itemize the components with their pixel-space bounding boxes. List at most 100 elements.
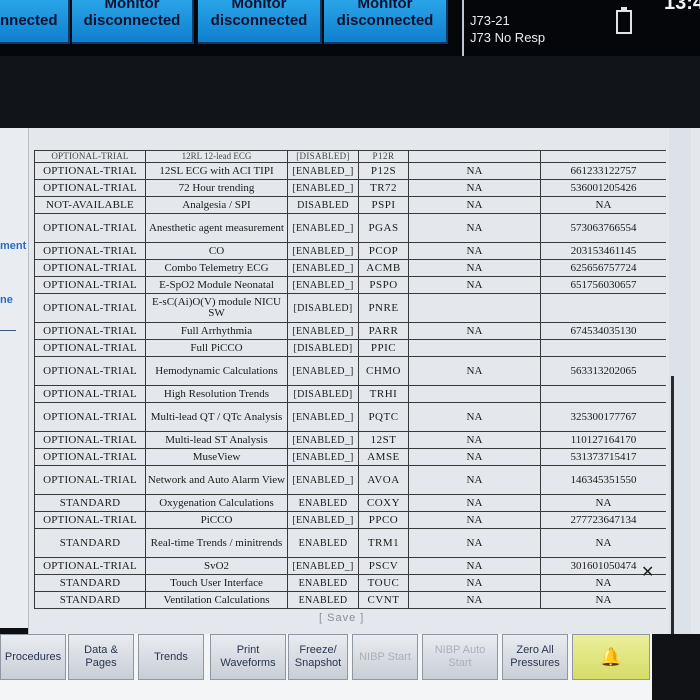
cell-state: [ENABLED_] — [287, 465, 359, 495]
table-row[interactable]: OPTIONAL-TRIAL High Resolution Trends [DIS… — [34, 385, 666, 403]
cell-code: COXY — [358, 494, 409, 512]
cell-state: [ENABLED_] — [287, 242, 359, 260]
clock: 13:49 — [664, 0, 700, 14]
table-row[interactable]: OPTIONAL-TRIAL 72 Hour trending [ENABLED_]… — [34, 179, 666, 197]
table-row[interactable]: STANDARD Touch User Interface ENABLED TOUC N… — [34, 574, 666, 592]
waveform-area — [0, 56, 700, 128]
cell-num: 625656757724 — [540, 259, 666, 277]
cell-num: 531373715417 — [540, 448, 666, 466]
table-row[interactable]: OPTIONAL-TRIAL Network and Auto Alarm Vie… — [34, 465, 666, 495]
cell-num — [540, 385, 666, 403]
table-row[interactable]: NOT-AVAILABLE Analgesia / SPI DISABLED PSPI… — [34, 196, 666, 214]
zero-all-pressures-button[interactable]: Zero All Pressures — [502, 634, 568, 680]
print-waveforms-button[interactable]: Print Waveforms — [210, 634, 286, 680]
cell-name: Oxygenation Calculations — [145, 494, 288, 512]
cell-status: OPTIONAL-TRIAL — [34, 356, 146, 386]
cell-status: OPTIONAL-TRIAL — [34, 293, 146, 323]
cell-status: STANDARD — [34, 574, 146, 592]
cell-state: DISABLED — [287, 196, 359, 214]
tile-title: Monitor — [231, 0, 287, 12]
cell-status: OPTIONAL-TRIAL — [34, 259, 146, 277]
cell-state: [ENABLED_] — [287, 402, 359, 432]
telemetry-id: J73-21 — [470, 13, 510, 28]
cell-num — [540, 150, 666, 163]
cell-status: STANDARD — [34, 494, 146, 512]
left-menu-label[interactable]: ment — [0, 240, 26, 252]
nibp-auto-start-button[interactable]: NIBP Auto Start — [422, 634, 498, 680]
table-row[interactable]: OPTIONAL-TRIAL Combo Telemetry ECG [ENABLE… — [34, 259, 666, 277]
cell-num: 674534035130 — [540, 322, 666, 340]
table-row[interactable]: OPTIONAL-TRIAL Full Arrhythmia [ENABLED_] P… — [34, 322, 666, 340]
cell-name: PiCCO — [145, 511, 288, 529]
cell-name: Ventilation Calculations — [145, 591, 288, 609]
cell-name: E-sC(Ai)O(V) module NICU SW — [145, 293, 288, 323]
table-row[interactable]: STANDARD Oxygenation Calculations ENABLED C… — [34, 494, 666, 512]
cell-code: P12S — [358, 162, 409, 180]
table-row[interactable]: OPTIONAL-TRIAL 12SL ECG with ACI TIPI [ENA… — [34, 162, 666, 180]
cell-state: [ENABLED_] — [287, 356, 359, 386]
monitor-tile-2[interactable]: Monitor disconnected — [72, 0, 194, 44]
trends-button[interactable]: Trends — [138, 634, 204, 680]
cell-status: STANDARD — [34, 528, 146, 558]
cell-code: PPCO — [358, 511, 409, 529]
procedures-button[interactable]: Procedures — [0, 634, 66, 680]
table-row[interactable]: OPTIONAL-TRIAL Multi-lead ST Analysis [ENA… — [34, 431, 666, 449]
alarm-silence-button[interactable]: 🔔 — [572, 634, 650, 680]
bezel — [652, 634, 700, 700]
close-icon[interactable]: ✕ — [641, 562, 654, 582]
cell-name: CO — [145, 242, 288, 260]
divider — [0, 330, 16, 331]
table-row[interactable]: OPTIONAL-TRIAL CO [ENABLED_] PCOP NA 20315346… — [34, 242, 666, 260]
cell-state: [ENABLED_] — [287, 322, 359, 340]
table-row[interactable]: OPTIONAL-TRIAL E-sC(Ai)O(V) module NICU S… — [34, 293, 666, 323]
cell-status: OPTIONAL-TRIAL — [34, 322, 146, 340]
left-menu-label[interactable]: ne — [0, 294, 13, 306]
table-row[interactable]: STANDARD Real-time Trends / minitrends ENA… — [34, 528, 666, 558]
cell-name: Hemodynamic Calculations — [145, 356, 288, 386]
cell-state: [ENABLED_] — [287, 162, 359, 180]
cell-status: OPTIONAL-TRIAL — [34, 162, 146, 180]
data-pages-button[interactable]: Data & Pages — [68, 634, 134, 680]
table-row[interactable]: OPTIONAL-TRIAL Anesthetic agent measureme… — [34, 213, 666, 243]
table-row[interactable]: OPTIONAL-TRIAL 12RL 12-lead ECG [DISABLED]… — [34, 150, 666, 163]
table-row[interactable]: OPTIONAL-TRIAL PiCCO [ENABLED_] PPCO NA 27772… — [34, 511, 666, 529]
telemetry-status-box[interactable]: J73-21 J73 No Resp 13:49 — [462, 0, 700, 56]
monitor-tile-4[interactable]: Monitor disconnected — [324, 0, 448, 44]
table-row[interactable]: OPTIONAL-TRIAL MuseView [ENABLED_] AMSE NA 53… — [34, 448, 666, 466]
table-row[interactable]: STANDARD Ventilation Calculations ENABLED C… — [34, 591, 666, 609]
cell-name: Anesthetic agent measurement — [145, 213, 288, 243]
table-row[interactable]: OPTIONAL-TRIAL Full PiCCO [DISABLED] PPIC — [34, 339, 666, 357]
cell-state: [DISABLED] — [287, 150, 359, 163]
cell-name: Multi-lead ST Analysis — [145, 431, 288, 449]
tile-status: disconnected — [83, 12, 181, 29]
cell-name: Multi-lead QT / QTc Analysis — [145, 402, 288, 432]
tile-title: Monitor — [357, 0, 413, 12]
cell-state: [ENABLED_] — [287, 431, 359, 449]
cell-code: TOUC — [358, 574, 409, 592]
cell-code: PNRE — [358, 293, 409, 323]
table-row[interactable]: OPTIONAL-TRIAL E-SpO2 Module Neonatal [ENA… — [34, 276, 666, 294]
table-row[interactable]: OPTIONAL-TRIAL Multi-lead QT / QTc Analys… — [34, 402, 666, 432]
freeze-snapshot-button[interactable]: Freeze/ Snapshot — [288, 634, 348, 680]
table-row[interactable]: OPTIONAL-TRIAL Hemodynamic Calculations [E… — [34, 356, 666, 386]
battery-icon — [616, 7, 632, 34]
cell-name: Touch User Interface — [145, 574, 288, 592]
cell-state: [DISABLED] — [287, 339, 359, 357]
cell-code: PARR — [358, 322, 409, 340]
table-row[interactable]: OPTIONAL-TRIAL SvO2 [ENABLED_] PSCV NA 301601… — [34, 557, 666, 575]
cell-num: NA — [540, 591, 666, 609]
cell-status: OPTIONAL-TRIAL — [34, 150, 146, 163]
cell-code: P12R — [358, 150, 409, 163]
cell-state: [ENABLED_] — [287, 179, 359, 197]
cell-name: Combo Telemetry ECG — [145, 259, 288, 277]
cell-state: ENABLED — [287, 494, 359, 512]
nibp-start-button[interactable]: NIBP Start — [352, 634, 418, 680]
cell-num: NA — [540, 528, 666, 558]
monitor-tile-1[interactable]: nnected — [0, 0, 70, 44]
cell-num: 203153461145 — [540, 242, 666, 260]
cell-na: NA — [408, 162, 541, 180]
cell-na: NA — [408, 322, 541, 340]
monitor-tile-3[interactable]: Monitor disconnected — [198, 0, 322, 44]
save-button[interactable]: [ Save ] — [319, 612, 364, 624]
cell-na: NA — [408, 511, 541, 529]
